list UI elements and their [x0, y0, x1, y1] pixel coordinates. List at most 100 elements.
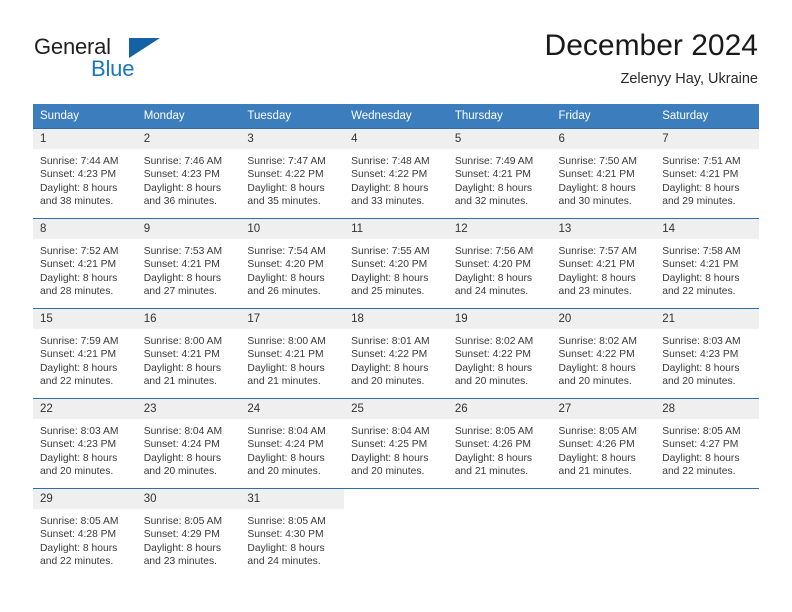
sunrise-text: Sunrise: 8:00 AM — [143, 336, 223, 347]
calendar-day-cell[interactable]: 3 Sunrise: 7:47 AM Sunset: 4:22 PM Daylight… — [240, 128, 345, 219]
calendar-day-cell[interactable]: 19 Sunrise: 8:02 AM Sunset: 4:22 PM Dayligh… — [447, 308, 552, 399]
calendar-day-cell[interactable]: 16 Sunrise: 8:00 AM Sunset: 4:21 PM Dayligh… — [136, 308, 241, 399]
calendar-day-cell[interactable]: 20 Sunrise: 8:02 AM Sunset: 4:22 PM Dayligh… — [551, 308, 656, 399]
calendar-day-cell[interactable]: 4 Sunrise: 7:48 AM Sunset: 4:22 PM Daylight… — [344, 128, 448, 219]
day-details: Sunrise: 8:05 AM Sunset: 4:26 PM Daylight:… — [448, 419, 552, 479]
daylight-text-line1: Daylight: 8 hours — [454, 182, 533, 194]
calendar-day-cell-empty — [551, 488, 656, 579]
general-blue-logo[interactable]: General Blue — [34, 34, 204, 82]
day-details: Sunrise: 8:05 AM Sunset: 4:29 PM Daylight:… — [137, 509, 241, 569]
calendar-day-cell[interactable]: 6 Sunrise: 7:50 AM Sunset: 4:21 PM Daylight… — [551, 128, 656, 219]
day-number: 11 — [344, 219, 448, 239]
day-details: Sunrise: 8:02 AM Sunset: 4:22 PM Daylight:… — [552, 329, 656, 389]
calendar-day-cell[interactable]: 29 Sunrise: 8:05 AM Sunset: 4:28 PM Dayligh… — [33, 488, 137, 579]
day-details: Sunrise: 8:05 AM Sunset: 4:26 PM Daylight:… — [552, 419, 656, 479]
sunrise-text: Sunrise: 7:47 AM — [247, 156, 326, 167]
daylight-text-line2: and 27 minutes. — [143, 286, 217, 298]
sunset-text: Sunset: 4:24 PM — [247, 439, 324, 451]
calendar-day-cell[interactable]: 1 Sunrise: 7:44 AM Sunset: 4:23 PM Daylight… — [33, 128, 137, 219]
sunset-text: Sunset: 4:21 PM — [558, 259, 635, 271]
sunrise-text: Sunrise: 8:05 AM — [662, 426, 741, 437]
calendar-day-cell[interactable]: 18 Sunrise: 8:01 AM Sunset: 4:22 PM Dayligh… — [344, 308, 448, 399]
day-number: 6 — [551, 129, 656, 149]
daylight-text-line2: and 29 minutes. — [662, 196, 736, 208]
daylight-text-line1: Daylight: 8 hours — [40, 182, 118, 194]
day-details: Sunrise: 8:05 AM Sunset: 4:28 PM Daylight:… — [33, 509, 137, 569]
calendar-day-cell[interactable]: 23 Sunrise: 8:04 AM Sunset: 4:24 PM Dayligh… — [136, 398, 241, 489]
sunrise-text: Sunrise: 7:48 AM — [351, 156, 430, 167]
calendar-day-cell[interactable]: 22 Sunrise: 8:03 AM Sunset: 4:23 PM Dayligh… — [33, 398, 137, 489]
daylight-text-line2: and 33 minutes. — [351, 196, 425, 208]
day-number: 9 — [136, 219, 241, 239]
daylight-text-line2: and 20 minutes. — [40, 466, 114, 478]
day-details: Sunrise: 7:58 AM Sunset: 4:21 PM Daylight:… — [655, 239, 759, 299]
calendar-header-row: Sunday Monday Tuesday Wednesday Thursday… — [33, 104, 759, 129]
sunrise-text: Sunrise: 7:49 AM — [454, 156, 534, 167]
daylight-text-line1: Daylight: 8 hours — [247, 362, 325, 374]
daylight-text-line2: and 20 minutes. — [558, 376, 632, 388]
sunrise-text: Sunrise: 7:55 AM — [351, 246, 430, 257]
daylight-text-line1: Daylight: 8 hours — [143, 272, 221, 284]
calendar-day-cell[interactable]: 25 Sunrise: 8:04 AM Sunset: 4:25 PM Dayligh… — [344, 398, 448, 489]
day-details: Sunrise: 7:49 AM Sunset: 4:21 PM Daylight:… — [448, 149, 552, 209]
calendar-day-cell[interactable]: 9 Sunrise: 7:53 AM Sunset: 4:21 PM Daylight… — [136, 218, 241, 309]
calendar-day-cell[interactable]: 15 Sunrise: 7:59 AM Sunset: 4:21 PM Dayligh… — [33, 308, 137, 399]
day-number: 7 — [655, 129, 759, 149]
day-details: Sunrise: 8:05 AM Sunset: 4:30 PM Daylight:… — [240, 509, 344, 569]
calendar-day-cell[interactable]: 28 Sunrise: 8:05 AM Sunset: 4:27 PM Dayligh… — [655, 398, 759, 489]
sunset-text: Sunset: 4:21 PM — [454, 169, 531, 181]
daylight-text-line2: and 21 minutes. — [454, 466, 529, 478]
sunset-text: Sunset: 4:22 PM — [247, 169, 324, 181]
calendar-body: 1 Sunrise: 7:44 AM Sunset: 4:23 PM Daylight… — [33, 128, 759, 579]
sunrise-text: Sunrise: 8:05 AM — [247, 516, 326, 527]
daylight-text-line2: and 20 minutes. — [143, 466, 217, 478]
calendar-day-cell[interactable]: 10 Sunrise: 7:54 AM Sunset: 4:20 PM Dayligh… — [240, 218, 345, 309]
calendar-week-row: 8 Sunrise: 7:52 AM Sunset: 4:21 PM Daylight… — [33, 218, 759, 309]
daylight-text-line2: and 20 minutes. — [351, 466, 425, 478]
calendar-day-cell[interactable]: 17 Sunrise: 8:00 AM Sunset: 4:21 PM Dayligh… — [240, 308, 345, 399]
day-number — [447, 489, 552, 509]
day-details: Sunrise: 8:05 AM Sunset: 4:27 PM Daylight:… — [655, 419, 759, 479]
page-header: General Blue December 2024 Zelenyy Hay, … — [0, 0, 792, 100]
calendar-day-cell[interactable]: 11 Sunrise: 7:55 AM Sunset: 4:20 PM Dayligh… — [344, 218, 448, 309]
calendar-day-cell[interactable]: 21 Sunrise: 8:03 AM Sunset: 4:23 PM Dayligh… — [655, 308, 759, 399]
calendar-day-cell[interactable]: 12 Sunrise: 7:56 AM Sunset: 4:20 PM Dayligh… — [447, 218, 552, 309]
daylight-text-line1: Daylight: 8 hours — [143, 452, 221, 464]
calendar-day-cell[interactable]: 27 Sunrise: 8:05 AM Sunset: 4:26 PM Dayligh… — [551, 398, 656, 489]
calendar-day-cell[interactable]: 31 Sunrise: 8:05 AM Sunset: 4:30 PM Dayligh… — [240, 488, 345, 579]
daylight-text-line1: Daylight: 8 hours — [40, 542, 118, 554]
day-details: Sunrise: 7:48 AM Sunset: 4:22 PM Daylight:… — [344, 149, 448, 209]
daylight-text-line1: Daylight: 8 hours — [454, 272, 533, 284]
calendar-week-row: 15 Sunrise: 7:59 AM Sunset: 4:21 PM Dayligh… — [33, 308, 759, 399]
day-details: Sunrise: 7:56 AM Sunset: 4:20 PM Daylight:… — [448, 239, 552, 299]
day-number: 3 — [240, 129, 345, 149]
calendar-day-cell[interactable]: 2 Sunrise: 7:46 AM Sunset: 4:23 PM Daylight… — [136, 128, 241, 219]
calendar-day-cell[interactable]: 5 Sunrise: 7:49 AM Sunset: 4:21 PM Daylight… — [447, 128, 552, 219]
daylight-text-line2: and 38 minutes. — [40, 196, 114, 208]
sunrise-text: Sunrise: 7:57 AM — [558, 246, 637, 257]
daylight-text-line2: and 20 minutes. — [662, 376, 736, 388]
day-number: 21 — [655, 309, 759, 329]
day-number: 5 — [447, 129, 552, 149]
daylight-text-line1: Daylight: 8 hours — [558, 362, 636, 374]
calendar-day-cell[interactable]: 24 Sunrise: 8:04 AM Sunset: 4:24 PM Dayligh… — [240, 398, 345, 489]
day-details: Sunrise: 8:02 AM Sunset: 4:22 PM Daylight:… — [448, 329, 552, 389]
daylight-text-line1: Daylight: 8 hours — [662, 362, 740, 374]
day-details: Sunrise: 7:57 AM Sunset: 4:21 PM Daylight:… — [552, 239, 656, 299]
day-number: 20 — [551, 309, 656, 329]
day-number: 17 — [240, 309, 345, 329]
calendar-day-cell[interactable]: 8 Sunrise: 7:52 AM Sunset: 4:21 PM Daylight… — [33, 218, 137, 309]
daylight-text-line2: and 36 minutes. — [143, 196, 217, 208]
sunrise-text: Sunrise: 8:04 AM — [143, 426, 223, 437]
calendar-day-cell[interactable]: 26 Sunrise: 8:05 AM Sunset: 4:26 PM Dayligh… — [447, 398, 552, 489]
sunset-text: Sunset: 4:28 PM — [40, 529, 117, 541]
sunrise-text: Sunrise: 8:02 AM — [558, 336, 637, 347]
calendar-day-cell[interactable]: 7 Sunrise: 7:51 AM Sunset: 4:21 PM Daylight… — [655, 128, 759, 219]
daylight-text-line1: Daylight: 8 hours — [143, 182, 221, 194]
sunrise-text: Sunrise: 7:53 AM — [143, 246, 223, 257]
calendar-day-cell[interactable]: 30 Sunrise: 8:05 AM Sunset: 4:29 PM Dayligh… — [136, 488, 241, 579]
calendar-day-cell[interactable]: 13 Sunrise: 7:57 AM Sunset: 4:21 PM Dayligh… — [551, 218, 656, 309]
sunset-text: Sunset: 4:23 PM — [143, 169, 220, 181]
daylight-text-line1: Daylight: 8 hours — [454, 362, 533, 374]
calendar-day-cell[interactable]: 14 Sunrise: 7:58 AM Sunset: 4:21 PM Dayligh… — [655, 218, 759, 309]
